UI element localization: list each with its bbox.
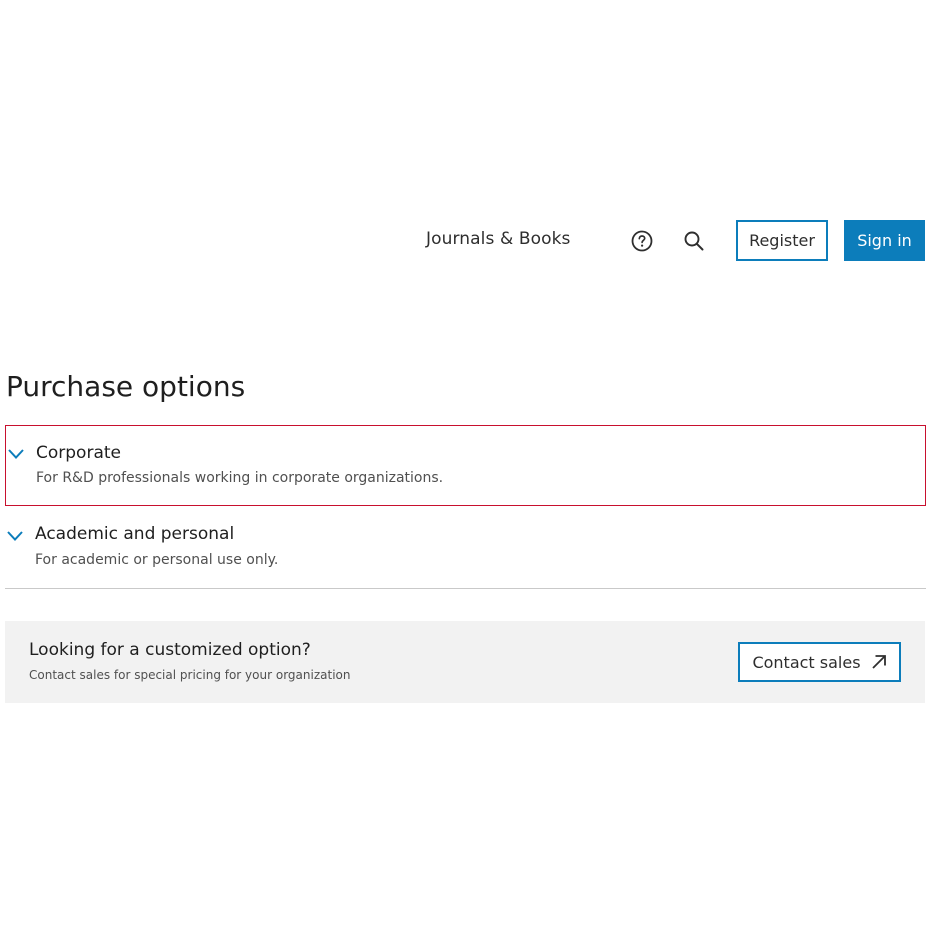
contact-sales-label: Contact sales xyxy=(752,652,861,672)
register-button[interactable]: Register xyxy=(736,220,828,261)
option-description: For academic or personal use only. xyxy=(35,552,279,568)
help-button[interactable] xyxy=(630,229,654,253)
search-button[interactable] xyxy=(682,229,706,253)
chevron-down-icon xyxy=(8,449,24,459)
journals-books-link[interactable]: Journals & Books xyxy=(426,229,570,249)
chevron-down-icon xyxy=(7,531,23,541)
page: Journals & Books Register Sign in Purcha… xyxy=(0,0,930,930)
option-corporate[interactable]: Corporate For R&D professionals working … xyxy=(5,425,926,506)
sign-in-button[interactable]: Sign in xyxy=(844,220,925,261)
custom-option-subtitle: Contact sales for special pricing for yo… xyxy=(29,668,351,682)
header: Journals & Books Register Sign in xyxy=(0,220,930,262)
custom-option-title: Looking for a customized option? xyxy=(29,640,311,660)
help-circle-icon xyxy=(631,230,653,252)
custom-option-panel: Looking for a customized option? Contact… xyxy=(5,621,925,703)
option-title: Corporate xyxy=(36,443,121,463)
option-description: For R&D professionals working in corpora… xyxy=(36,470,444,486)
contact-sales-button[interactable]: Contact sales xyxy=(738,642,901,682)
page-title: Purchase options xyxy=(6,370,246,403)
external-arrow-icon xyxy=(871,655,886,669)
option-academic-personal[interactable]: Academic and personal For academic or pe… xyxy=(5,507,926,589)
option-title: Academic and personal xyxy=(35,524,235,544)
search-icon xyxy=(684,231,704,251)
